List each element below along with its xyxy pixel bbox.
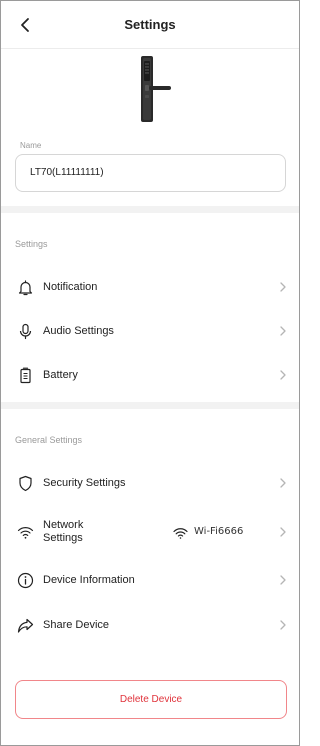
notification-label: Notification <box>43 281 98 293</box>
settings-section-label: Settings <box>15 239 48 249</box>
device-information-row[interactable]: Device Information <box>1 560 299 600</box>
notification-row[interactable]: Notification <box>1 267 299 307</box>
delete-device-label: Delete Device <box>119 694 183 705</box>
microphone-icon <box>17 323 34 340</box>
chevron-right-icon <box>279 526 287 538</box>
general-settings-section-label: General Settings <box>15 435 83 445</box>
audio-settings-row[interactable]: Audio Settings <box>1 311 299 351</box>
device-image <box>137 55 173 123</box>
name-label: Name <box>20 141 42 150</box>
chevron-right-icon <box>279 369 287 381</box>
device-name-field[interactable]: LT70(L11111111) <box>15 154 286 192</box>
info-icon <box>17 572 34 589</box>
chevron-right-icon <box>279 477 287 489</box>
section-divider <box>1 206 299 213</box>
device-information-label: Device Information <box>43 574 135 586</box>
network-settings-label: Network Settings <box>43 519 84 544</box>
wifi-icon <box>173 526 188 539</box>
network-settings-row[interactable]: Network Settings Wi-Fi6666 <box>1 512 299 552</box>
chevron-right-icon <box>279 325 287 337</box>
device-name-value: LT70(L11111111) <box>30 167 104 178</box>
battery-row[interactable]: Battery <box>1 355 299 395</box>
chevron-right-icon <box>279 619 287 631</box>
door-lock-image <box>141 56 171 122</box>
security-settings-label: Security Settings <box>43 477 126 489</box>
audio-settings-label: Audio Settings <box>43 325 114 337</box>
chevron-right-icon <box>279 574 287 586</box>
share-device-label: Share Device <box>43 619 110 631</box>
header-bar: Settings <box>1 1 299 49</box>
share-icon <box>17 617 34 634</box>
wifi-name: Wi-Fi6666 <box>194 526 244 537</box>
page-title: Settings <box>124 17 176 32</box>
battery-icon <box>17 367 34 384</box>
shield-icon <box>17 475 34 492</box>
bell-icon <box>17 279 34 296</box>
share-device-row[interactable]: Share Device <box>1 605 299 645</box>
security-settings-row[interactable]: Security Settings <box>1 463 299 503</box>
battery-label: Battery <box>43 369 78 381</box>
wifi-icon <box>17 524 34 541</box>
chevron-right-icon <box>279 281 287 293</box>
section-divider <box>1 402 299 409</box>
delete-device-button[interactable]: Delete Device <box>15 680 287 719</box>
settings-screen: Settings Name LT70(L11111111) Settings N… <box>0 0 300 746</box>
